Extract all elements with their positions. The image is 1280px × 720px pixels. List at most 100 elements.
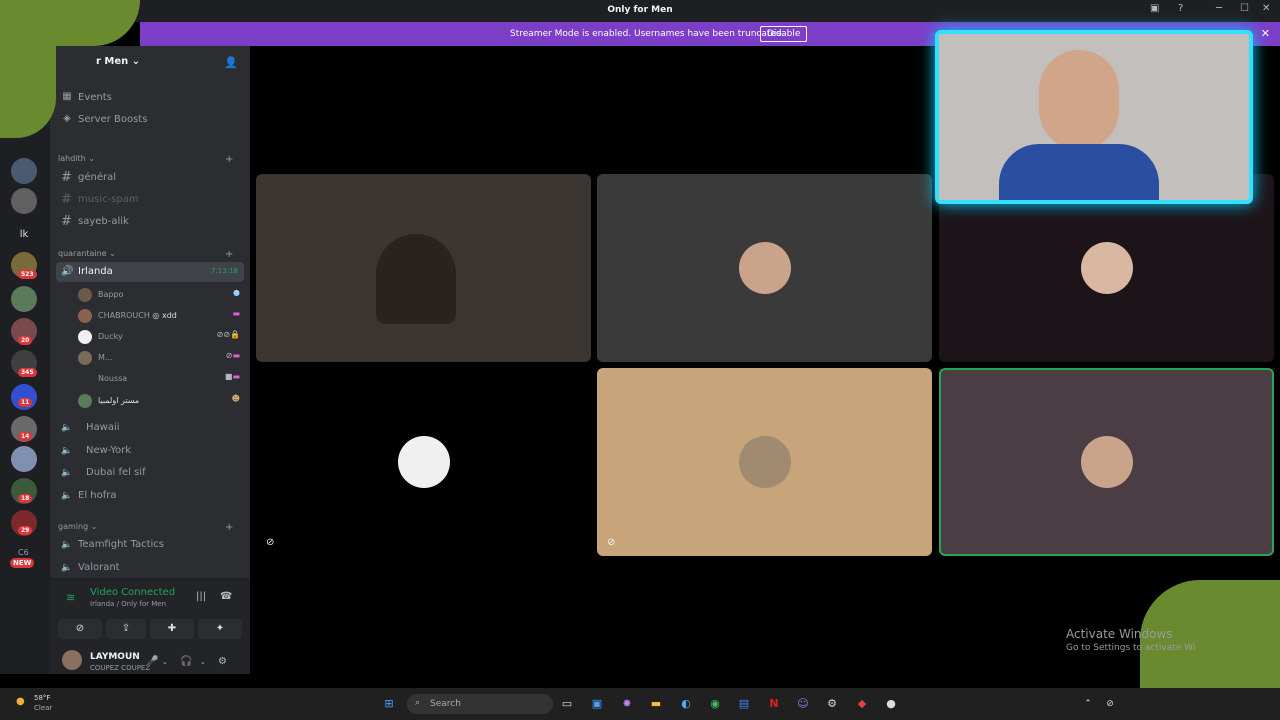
steam-icon[interactable]: ⚙ [824, 696, 840, 712]
video-tile-camera[interactable] [256, 174, 591, 362]
events-item[interactable]: ▦ Events [60, 88, 240, 108]
avatar [738, 242, 791, 294]
microphone-icon[interactable]: 🎤 [146, 656, 158, 667]
voice-connection-panel: ≋ Video Connected Irlanda / Only for Men… [50, 578, 250, 642]
copilot-icon[interactable]: ✸ [619, 696, 635, 712]
video-tile-avatar[interactable]: ⊘ [597, 368, 932, 556]
add-member-icon[interactable]: 👤 [224, 56, 238, 69]
headphones-icon[interactable]: 🎧 [180, 656, 192, 667]
activity-icon: ● [233, 288, 240, 297]
avatar [78, 288, 92, 302]
add-channel-icon[interactable]: + [225, 249, 233, 260]
edge-icon[interactable]: ◐ [678, 696, 694, 712]
voice-channel-tft[interactable]: 🔈 Teamfight Tactics [56, 535, 244, 555]
help-icon[interactable]: ? [1178, 3, 1183, 14]
voice-channel-el-hofra[interactable]: 🔈 El hofra [56, 486, 244, 506]
voice-channel-new-york[interactable]: 🔈 New-York [56, 441, 244, 461]
app-icon[interactable]: ◆ [854, 696, 870, 712]
chevron-down-icon[interactable]: ⌄ [162, 658, 168, 666]
channel-sayeb-alik[interactable]: # sayeb-alik [56, 212, 244, 232]
voice-channel-valorant[interactable]: 🔈 Valorant [56, 558, 244, 578]
member-name: CHABROUCH [98, 311, 150, 320]
close-window-icon[interactable]: ✕ [1262, 3, 1270, 14]
store-icon[interactable]: ▣ [589, 696, 605, 712]
screen-share-button[interactable]: ⇪ [106, 619, 146, 639]
noise-suppression-icon[interactable]: ||| [196, 591, 206, 602]
app-icon[interactable]: ▤ [736, 696, 752, 712]
server-initial[interactable]: C6 [18, 548, 29, 557]
server-badge: 345 [18, 368, 37, 377]
maximize-icon[interactable]: ☐ [1240, 3, 1249, 14]
video-tile-avatar[interactable]: ⊘ [256, 368, 591, 556]
disable-streamer-button[interactable]: Disable [760, 26, 808, 42]
voice-member[interactable]: Bappo ● [78, 285, 244, 305]
disconnect-icon[interactable]: ☎ [220, 591, 232, 602]
channel-label: Hawaii [86, 422, 120, 433]
category-gaming[interactable]: gaming ⌄ + [58, 522, 233, 533]
speaker-icon: 🔈 [61, 540, 73, 550]
video-tile-avatar[interactable] [597, 174, 932, 362]
close-banner-icon[interactable]: ✕ [1261, 27, 1270, 40]
windows-start-icon[interactable]: ⊞ [381, 696, 397, 712]
soundboard-button[interactable]: ✦ [198, 619, 242, 639]
taskbar: ● 58°F Clear ⊞ ⌕ Search ▭ ▣ ✸ ▬ ◐ ◉ ▤ N … [0, 688, 1280, 720]
server-icon[interactable] [11, 446, 37, 472]
voice-channel-hawaii[interactable]: 🔈 Hawaii [56, 418, 244, 438]
file-explorer-icon[interactable]: ▬ [648, 696, 664, 712]
server-badge: 29 [18, 526, 33, 535]
category-lahdith[interactable]: lahdith ⌄ + [58, 154, 233, 165]
search-icon: ⌕ [415, 698, 421, 708]
minimize-icon[interactable]: ─ [1216, 3, 1222, 14]
task-view-icon[interactable]: ▭ [559, 696, 575, 712]
network-icon[interactable]: ⊘ [1102, 696, 1118, 712]
stream-icon: ▬ [232, 309, 240, 318]
add-channel-icon[interactable]: + [225, 154, 233, 165]
voice-channel-dubai[interactable]: 🔈 Dubai fel sif [56, 463, 244, 483]
channel-label: Dubai fel sif [86, 467, 146, 478]
camera-off-button[interactable]: ⊘ [58, 619, 102, 639]
inbox-icon[interactable]: ▣ [1150, 3, 1159, 14]
voice-member[interactable]: Noussa ■▬ [78, 369, 244, 389]
netflix-icon[interactable]: N [766, 696, 782, 712]
chrome-icon[interactable]: ◉ [707, 696, 723, 712]
app-icon[interactable]: ● [883, 696, 899, 712]
add-channel-icon[interactable]: + [225, 522, 233, 533]
search-box[interactable]: ⌕ Search [407, 694, 553, 714]
discord-icon[interactable]: ☺ [795, 696, 811, 712]
server-icon[interactable] [11, 286, 37, 312]
activity-icon: ☻ [231, 394, 240, 403]
server-initial[interactable]: lk [11, 222, 37, 248]
voice-location[interactable]: Irlanda / Only for Men [90, 600, 166, 608]
activity-button[interactable]: ✚ [150, 619, 194, 639]
avatar[interactable] [62, 650, 82, 670]
member-tag: ◎ xdd [152, 311, 177, 320]
avatar [1080, 436, 1133, 488]
webcam-feed [376, 234, 456, 324]
voice-member[interactable]: M... ⊘▬ [78, 348, 244, 368]
activate-windows-watermark: Activate Windows Go to Settings to activ… [1066, 627, 1195, 653]
video-tile-speaking[interactable] [939, 368, 1274, 556]
member-name: Ducky [98, 332, 123, 341]
channel-music-spam[interactable]: # music-spam [56, 190, 244, 210]
settings-gear-icon[interactable]: ⚙ [218, 656, 227, 667]
voice-member[interactable]: Ducky ⊘⊘🔒 [78, 327, 244, 347]
voice-member[interactable]: مستر اولمبيا ☻ [78, 391, 244, 411]
call-timer: 7:13:18 [211, 267, 238, 275]
muted-mic-icon: ⊘ [607, 537, 616, 548]
chevron-down-icon[interactable]: ⌄ [200, 658, 206, 666]
category-quarantaine[interactable]: quarantaine ⌄ + [58, 249, 233, 260]
signal-icon[interactable]: ≋ [66, 591, 75, 604]
channel-general[interactable]: # général [56, 168, 244, 188]
new-badge: NEW [10, 558, 35, 568]
server-boosts-item[interactable]: ◈ Server Boosts [60, 110, 240, 130]
chevron-up-icon[interactable]: ⌃ [1080, 696, 1096, 712]
server-name[interactable]: r Men ⌄ [96, 56, 140, 67]
speaker-icon: 🔊 [61, 266, 74, 277]
voice-member[interactable]: CHABROUCH ◎ xdd ▬ [78, 306, 244, 326]
voice-channel-irlanda[interactable]: 🔊 Irlanda 7:13:18 [56, 262, 244, 282]
member-name: Noussa [98, 374, 128, 383]
server-icon[interactable] [11, 158, 37, 184]
server-icon[interactable] [11, 188, 37, 214]
category-label: quarantaine [58, 249, 107, 258]
weather-icon: ● [16, 696, 25, 707]
